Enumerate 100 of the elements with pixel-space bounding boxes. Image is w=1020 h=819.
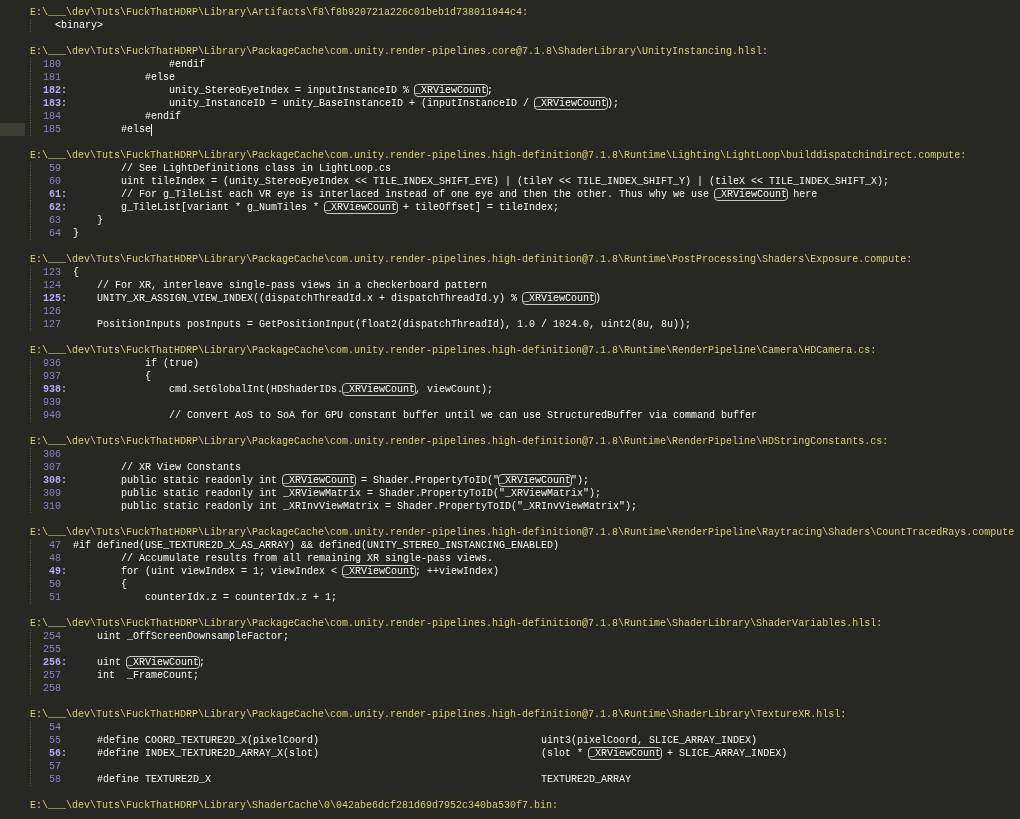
line-number: 61:: [48, 188, 67, 201]
line-number: 939: [42, 396, 62, 409]
file-path[interactable]: E:\___\dev\Tuts\FuckThatHDRP\Library\PackageCache\com.unity.render-pipelines.high-definition@7.1.8\Runtime\Lighting\LightLoop\builddispatchindirect.compute:: [30, 149, 967, 162]
code-text: );: [607, 98, 620, 109]
file-path[interactable]: E:\___\dev\Tuts\FuckThatHDRP\Library\PackageCache\com.unity.render-pipelines.high-definition@7.1.8\Runtime\RenderPipeline\Camera\HDCamera.cs:: [30, 344, 877, 357]
line-number: 55: [48, 734, 62, 747]
code-text: ");: [571, 475, 590, 486]
code-line: // Convert AoS to SoA for GPU constant buffer until we can use StructuredBuffer via command buffer: [169, 409, 758, 422]
line-number: 309: [42, 487, 62, 500]
line-number: 58: [48, 773, 62, 786]
search-match: _XRViewCount: [415, 85, 488, 96]
search-match: _XRViewCount: [499, 475, 572, 486]
file-path[interactable]: E:\___\dev\Tuts\FuckThatHDRP\Library\PackageCache\com.unity.render-pipelines.high-definition@7.1.8\Runtime\ShaderLibrary\ShaderVariables.hlsl:: [30, 617, 883, 630]
code-text: uint: [97, 657, 122, 668]
line-number: 256:: [42, 656, 67, 669]
line-number: 123: [42, 266, 62, 279]
line-number: 185: [42, 123, 62, 136]
search-match: _XRViewCount: [325, 202, 398, 213]
code-text: g_TileList[variant * g_NumTiles *: [121, 202, 321, 213]
code-line: uint _OffScreenDownsampleFactor;: [97, 630, 290, 643]
line-number: 310: [42, 500, 62, 513]
line-number: 307: [42, 461, 62, 474]
code-line: #else: [121, 123, 151, 136]
line-number: 938:: [42, 383, 67, 396]
line-number: 56:: [48, 747, 67, 760]
code-text: ;: [199, 657, 206, 668]
code-text: unity_StereoEyeIndex = inputInstanceID %: [169, 85, 411, 96]
code-line: {: [145, 370, 151, 383]
code-line: #define COORD_TEXTURE2D_X(pixelCoord) uint3(pixelCoord, SLICE_ARRAY_INDEX): [97, 734, 758, 747]
line-number: 51: [48, 591, 62, 604]
code-text: for (uint viewIndex = 1; viewIndex <: [121, 566, 339, 577]
code-line: }: [73, 227, 79, 240]
code-line: // Accumulate results from all remaining XR single-pass views.: [121, 552, 494, 565]
code-text: ; ++viewIndex): [415, 566, 500, 577]
code-line: #else: [145, 71, 175, 84]
line-number: 57: [48, 760, 62, 773]
file-path[interactable]: E:\___\dev\Tuts\FuckThatHDRP\Library\PackageCache\com.unity.render-pipelines.high-definition@7.1.8\Runtime\RenderPipeline\Raytracing\Shaders\CountTracedRays.compute: [30, 526, 1015, 539]
code-line: #if defined(USE_TEXTURE2D_X_AS_ARRAY) && defined(UNITY_STEREO_INSTANCING_ENABLED): [73, 539, 560, 552]
line-number: 125:: [42, 292, 67, 305]
code-line: uint tileIndex = (unity_StereoEyeIndex << TILE_INDEX_SHIFT_EYE) | (tileY << TILE_INDEX_SHIFT_Y) | (tileX << TILE_INDEX_SHIFT_X);: [121, 175, 890, 188]
line-number: 937: [42, 370, 62, 383]
code-text: ;: [487, 85, 494, 96]
code-line: int _FrameCount;: [97, 669, 200, 682]
file-path[interactable]: E:\___\dev\Tuts\FuckThatHDRP\Library\ShaderCache\0\042abe6dcf281d69d7952c340ba530f7.bin:: [30, 799, 559, 812]
search-match: _XRViewCount: [715, 189, 788, 200]
code-line: #endif: [169, 58, 206, 71]
code-line: #define TEXTURE2D_X TEXTURE2D_ARRAY: [97, 773, 632, 786]
code-line: // For XR, interleave single-pass views in a checkerboard pattern: [97, 279, 488, 292]
file-path[interactable]: E:\___\dev\Tuts\FuckThatHDRP\Library\PackageCache\com.unity.render-pipelines.high-definition@7.1.8\Runtime\RenderPipeline\HDStringConstants.cs:: [30, 435, 889, 448]
code-text: UNITY_XR_ASSIGN_VIEW_INDEX((dispatchThreadId.x + dispatchThreadId.y) %: [97, 293, 519, 304]
line-number: 258: [42, 682, 62, 695]
code-line: PositionInputs posInputs = GetPositionInput(float2(dispatchThreadId), 1.0 / 1024.0, uint2(8u, 8u));: [97, 318, 692, 331]
line-number: 47: [48, 539, 62, 552]
file-path[interactable]: E:\___\dev\Tuts\FuckThatHDRP\Library\PackageCache\com.unity.render-pipelines.core@7.1.8\ShaderLibrary\UnityInstancing.hlsl:: [30, 45, 769, 58]
code-line: public static readonly int _XRViewMatrix = Shader.PropertyToID("_XRViewMatrix");: [121, 487, 602, 500]
text-cursor: [151, 123, 152, 136]
code-line: #endif: [145, 110, 181, 123]
code-text: , viewCount);: [415, 384, 494, 395]
line-number: 181: [42, 71, 62, 84]
line-number: 60: [48, 175, 62, 188]
code-text: #define INDEX_TEXTURE2D_ARRAY_X(slot) (slot *: [97, 748, 585, 759]
line-number: 182:: [42, 84, 67, 97]
line-number: 127: [42, 318, 62, 331]
line-number: 126: [42, 305, 62, 318]
line-number: 62:: [48, 201, 67, 214]
code-text: public static readonly int: [121, 475, 279, 486]
line-number: 255: [42, 643, 62, 656]
line-number: 306: [42, 448, 62, 461]
code-line: public static readonly int _XRInvViewMatrix = Shader.PropertyToID("_XRInvViewMatrix");: [121, 500, 638, 513]
line-number: 49:: [48, 565, 67, 578]
binary-note: <binary>: [55, 19, 103, 32]
line-number: 936: [42, 357, 62, 370]
line-number: 183:: [42, 97, 67, 110]
file-path[interactable]: E:\___\dev\Tuts\FuckThatHDRP\Library\PackageCache\com.unity.render-pipelines.high-definition@7.1.8\Runtime\PostProcessing\Shaders\Exposure.compute:: [30, 253, 913, 266]
file-path[interactable]: E:\___\dev\Tuts\FuckThatHDRP\Library\Artifacts\f8\f8b920721a226c01beb1d738011944c4:: [30, 6, 529, 19]
search-match: _XRViewCount: [343, 566, 416, 577]
line-number: 63: [48, 214, 62, 227]
code-text: + tileOffset] = tileIndex;: [402, 202, 560, 213]
line-number: 124: [42, 279, 62, 292]
line-number: 50: [48, 578, 62, 591]
code-line: // XR View Constants: [121, 461, 242, 474]
search-match: _XRViewCount: [535, 98, 608, 109]
code-text: ): [595, 293, 602, 304]
line-number: 59: [48, 162, 62, 175]
code-line: if (true): [145, 357, 199, 370]
search-match: _XRViewCount: [523, 293, 596, 304]
code-line: counterIdx.z = counterIdx.z + 1;: [145, 591, 338, 604]
line-number: 308:: [42, 474, 67, 487]
line-number: 48: [48, 552, 62, 565]
line-number: 54: [48, 721, 62, 734]
code-line: {: [121, 578, 127, 591]
search-match: _XRViewCount: [343, 384, 416, 395]
line-number: 254: [42, 630, 62, 643]
code-text: + SLICE_ARRAY_INDEX): [666, 748, 788, 759]
search-match: _XRViewCount: [283, 475, 356, 486]
search-match: _XRViewCount: [589, 748, 662, 759]
code-text: unity_InstanceID = unity_BaseInstanceID + (inputInstanceID /: [169, 98, 531, 109]
code-line: // See LightDefinitions class in LightLoop.cs: [121, 162, 392, 175]
file-path[interactable]: E:\___\dev\Tuts\FuckThatHDRP\Library\PackageCache\com.unity.render-pipelines.high-definition@7.1.8\Runtime\ShaderLibrary\TextureXR.hlsl:: [30, 708, 847, 721]
line-number: 184: [42, 110, 62, 123]
